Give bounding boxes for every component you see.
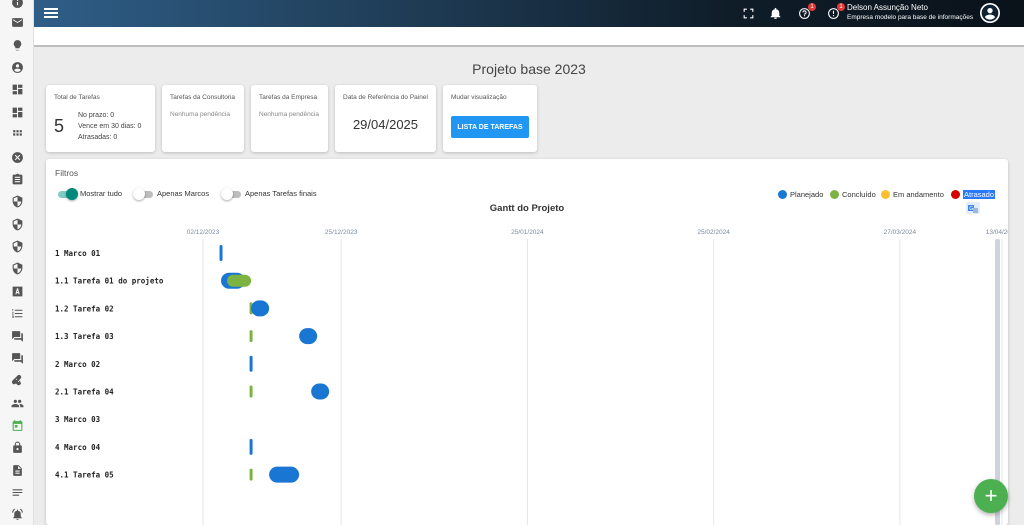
planned-bar [299, 328, 318, 345]
milestone-marker [249, 438, 253, 455]
reference-date: 29/04/2025 [352, 117, 419, 132]
shield-alt-icon[interactable] [9, 216, 25, 232]
row-label: 4 Marco 04 [55, 443, 101, 452]
calendar-icon[interactable] [9, 417, 25, 433]
top-bar: 1 1 Delson Assunção Neto Empresa modelo … [34, 0, 1024, 27]
planned-bar [269, 466, 300, 483]
x-tick-label: 25/01/2024 [511, 229, 544, 236]
menu-icon[interactable] [44, 6, 58, 20]
account-circle-icon[interactable] [9, 59, 25, 75]
notifications-icon[interactable] [769, 7, 782, 20]
apps-grid-icon[interactable] [9, 126, 25, 142]
total-count: 5 [54, 116, 65, 136]
x-tick-label: 02/12/2023 [187, 229, 220, 236]
gantt-panel: Filtros Mostrar tudo Apenas Marcos Apena… [46, 159, 1008, 525]
milestone-marker [249, 355, 253, 372]
row-label: 4.1 Tarefa 05 [55, 471, 114, 480]
planned-bar [311, 383, 330, 400]
cancel-icon[interactable] [9, 149, 25, 165]
people-icon[interactable] [9, 395, 25, 411]
stat-on-time: No prazo: 0 [78, 112, 115, 119]
row-label: 1.3 Tarefa 03 [55, 332, 114, 341]
dashboard-alt-icon[interactable] [9, 104, 25, 120]
alert-badge: 1 [837, 3, 845, 11]
card-subtitle: Nenhuma pendência [259, 111, 319, 118]
bandage-icon[interactable] [9, 372, 25, 388]
sub-toolbar [34, 27, 1024, 47]
row-label: 1 Marco 01 [55, 249, 101, 258]
notes-icon[interactable] [9, 484, 25, 500]
done-bar [249, 468, 253, 481]
card-change-view: Mudar visualização LISTA DE TAREFAS [443, 85, 537, 152]
x-tick-label: 25/02/2024 [697, 229, 730, 236]
stat-late: Atrasadas: 0 [78, 134, 118, 141]
x-tick-label: 25/12/2023 [325, 229, 358, 236]
alarm-icon[interactable] [9, 506, 25, 522]
card-consultancy-tasks: Tarefas da Consultoria Nenhuma pendência [162, 85, 244, 152]
forum-icon[interactable] [9, 328, 25, 344]
user-name: Delson Assunção Neto [847, 3, 928, 12]
clipboard-icon[interactable] [9, 171, 25, 187]
fullscreen-icon[interactable] [742, 7, 755, 20]
x-tick-label: 27/03/2024 [884, 229, 917, 236]
card-total-tasks: Total de Tarefas 5 No prazo: 0 Vence em … [46, 85, 155, 152]
lightbulb-icon[interactable] [9, 37, 25, 53]
chat-icon[interactable] [9, 350, 25, 366]
card-title: Tarefas da Consultoria [170, 94, 236, 101]
card-subtitle: Nenhuma pendência [170, 111, 230, 118]
sidebar [0, 0, 34, 525]
card-title: Tarefas da Empresa [259, 94, 318, 101]
task-list-button[interactable]: LISTA DE TAREFAS [451, 116, 529, 138]
plus-icon: + [984, 483, 998, 508]
done-bar [249, 330, 253, 343]
font-icon[interactable] [9, 283, 25, 299]
row-label: 1.1 Tarefa 01 do projeto [55, 277, 164, 286]
card-title: Total de Tarefas [54, 94, 100, 101]
mail-icon[interactable] [9, 14, 25, 30]
document-icon[interactable] [9, 462, 25, 478]
stat-due-30: Vence em 30 dias: 0 [78, 123, 142, 130]
lock-icon[interactable] [9, 439, 25, 455]
add-button[interactable]: + [974, 479, 1008, 513]
card-title: Mudar visualização [451, 94, 507, 101]
card-reference-date: Data de Referência do Painel 29/04/2025 [335, 85, 436, 152]
row-label: 3 Marco 03 [55, 415, 101, 424]
page-title: Projeto base 2023 [472, 61, 586, 77]
row-label: 1.2 Tarefa 02 [55, 304, 114, 313]
row-label: 2 Marco 02 [55, 360, 100, 369]
info-icon[interactable] [9, 0, 25, 10]
x-tick-label: 13/04/2024 [986, 229, 1008, 236]
milestone-marker [219, 245, 223, 261]
card-company-tasks: Tarefas da Empresa Nenhuma pendência [251, 85, 328, 152]
dashboard-icon[interactable] [9, 81, 25, 97]
shield-check-icon[interactable] [9, 238, 25, 254]
card-title: Data de Referência do Painel [343, 94, 428, 101]
done-bar [249, 385, 253, 398]
list-numbered-icon[interactable] [9, 305, 25, 321]
user-company: Empresa modelo para base de informações [847, 14, 974, 21]
planned-bar [251, 300, 270, 317]
row-label: 2.1 Tarefa 04 [55, 388, 114, 397]
info-alert-icon[interactable]: 1 [827, 3, 845, 20]
gantt-chart: 02/12/2023 25/12/2023 25/01/2024 25/02/2024… [55, 229, 1008, 525]
help-badge: 1 [808, 3, 816, 11]
done-bar [227, 274, 252, 287]
shield-icon[interactable] [9, 193, 25, 209]
shield-half-icon[interactable] [9, 260, 25, 276]
avatar-icon[interactable] [980, 3, 1000, 23]
help-icon[interactable]: 1 [798, 3, 816, 20]
